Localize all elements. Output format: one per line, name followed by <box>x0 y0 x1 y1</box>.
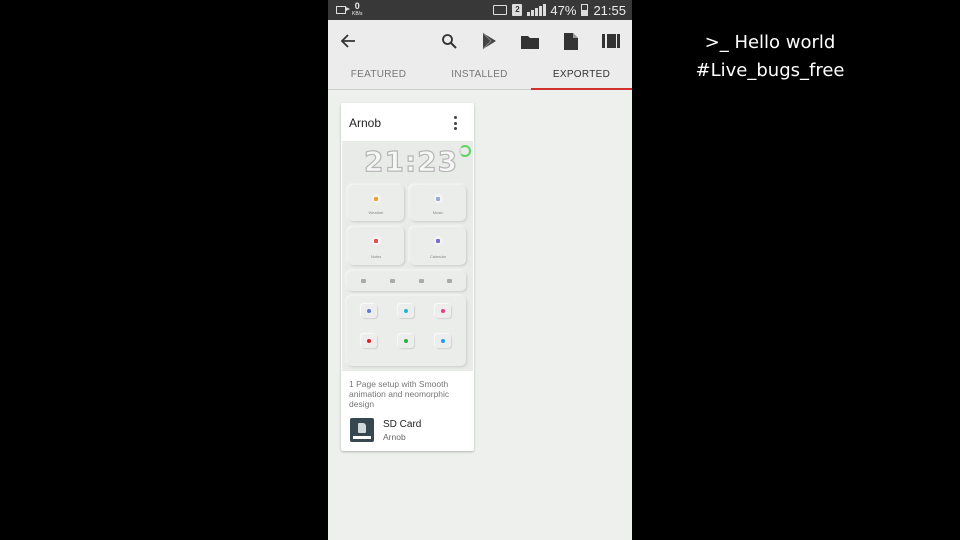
author-name: Arnob <box>383 432 406 442</box>
tab-installed[interactable]: INSTALLED <box>429 62 530 90</box>
barcode-icon[interactable] <box>601 31 621 51</box>
tab-exported[interactable]: EXPORTED <box>531 62 632 90</box>
preview-tile-calendar: Calendar <box>410 227 466 265</box>
sd-card-icon <box>350 418 374 442</box>
preview-tile-label: Weather <box>368 210 384 215</box>
signal-icon <box>527 4 547 16</box>
clock: 21:55 <box>593 2 626 18</box>
tab-featured[interactable]: FEATURED <box>328 62 429 90</box>
video-caption: >_ Hello world #Live_bugs_free <box>650 29 890 85</box>
preview-app-grid <box>347 296 466 366</box>
speed-value: 0 <box>354 1 360 11</box>
preview-tile-weather: Weather <box>348 185 404 221</box>
tab-bar: FEATURED INSTALLED EXPORTED <box>328 62 632 90</box>
preview-tile-music: Music <box>410 185 466 221</box>
preset-preview-image[interactable]: 21:23 Weather Music Notes Calendar <box>342 141 473 371</box>
caption-line-1: >_ Hello world <box>704 32 836 53</box>
speed-unit: KB/s <box>352 11 363 17</box>
card-description: 1 Page setup with Smooth animation and n… <box>349 379 450 409</box>
preview-tile-label: Calendar <box>429 254 447 259</box>
file-icon[interactable] <box>561 31 581 51</box>
search-icon[interactable] <box>439 31 459 51</box>
play-store-icon[interactable] <box>479 31 499 51</box>
back-arrow-icon[interactable] <box>338 31 358 51</box>
preview-tile-label: Notes <box>370 254 382 259</box>
battery-icon <box>581 4 589 16</box>
video-camera-icon <box>336 6 350 14</box>
battery-ring-icon <box>459 145 471 157</box>
battery-percent: 47% <box>550 2 577 18</box>
app-bar <box>328 20 632 62</box>
folder-icon[interactable] <box>520 31 540 51</box>
preview-clock: 21:23 <box>363 144 459 178</box>
sim-icon: 2 <box>512 4 523 16</box>
preview-dock <box>347 271 466 291</box>
preview-tile-notes: Notes <box>348 227 404 265</box>
cast-icon <box>493 5 508 15</box>
network-speed: 0 KB/s <box>352 2 363 18</box>
more-options-icon[interactable] <box>454 116 458 130</box>
phone-screen: 0 KB/s 2 47% 21:55 FEATURED INSTALLED EX… <box>328 0 632 540</box>
source-name: SD Card <box>383 419 422 430</box>
preview-tile-label: Music <box>432 210 444 215</box>
card-title: Arnob <box>349 116 382 130</box>
status-bar: 0 KB/s 2 47% 21:55 <box>328 0 632 20</box>
caption-line-2: #Live_bugs_free <box>695 60 845 81</box>
preset-card[interactable]: Arnob 21:23 Weather Music Notes Calendar <box>341 103 474 451</box>
